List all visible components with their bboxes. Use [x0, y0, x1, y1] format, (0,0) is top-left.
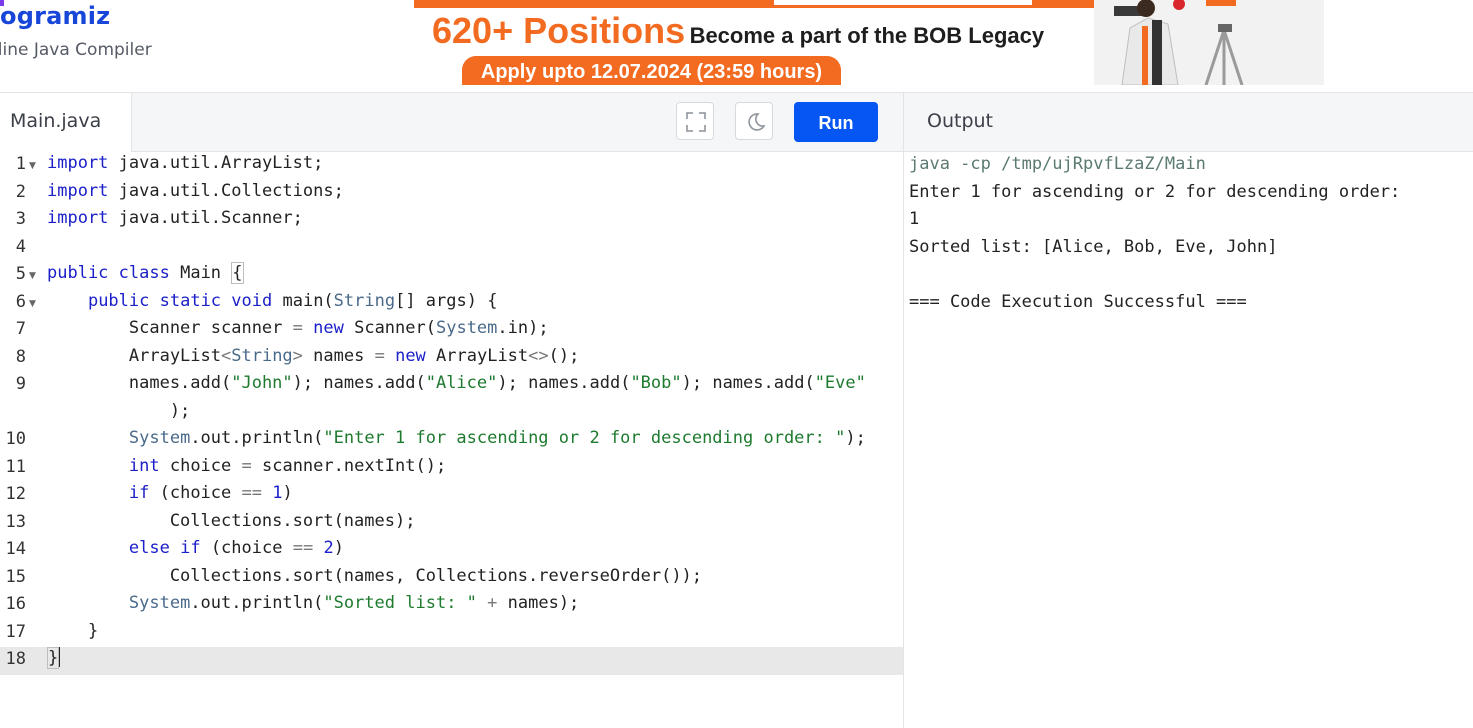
line-number: 3	[15, 209, 26, 229]
line-number: 5	[15, 264, 26, 284]
code-line[interactable]: 11 int choice = scanner.nextInt();	[0, 455, 903, 483]
output-header: Output	[904, 93, 1473, 152]
line-number: 4	[15, 236, 26, 257]
code-text: Scanner scanner = new Scanner(System.in)…	[47, 318, 549, 338]
line-number: 2	[15, 181, 26, 202]
code-text: }	[47, 647, 61, 669]
line-number: 15	[5, 566, 26, 587]
code-editor[interactable]: 1 ▼ import java.util.ArrayList; 2 import …	[0, 152, 903, 728]
output-line: Enter 1 for ascending or 2 for descendin…	[909, 182, 1401, 202]
run-button[interactable]: Run	[794, 102, 878, 142]
fold-arrow-icon[interactable]: ▼	[29, 271, 36, 281]
line-number: 14	[5, 539, 26, 559]
code-line[interactable]: 12 if (choice == 1)	[0, 482, 903, 510]
line-number: 6	[15, 291, 26, 312]
code-line[interactable]: 7 Scanner scanner = new Scanner(System.i…	[0, 317, 903, 345]
code-text: Collections.sort(names, Collections.reve…	[47, 565, 703, 586]
output-command-line: java -cp /tmp/ujRpvfLzaZ/Main	[909, 154, 1206, 174]
code-line[interactable]: 17 }	[0, 620, 903, 648]
code-text: Collections.sort(names);	[47, 510, 416, 531]
fullscreen-icon	[686, 112, 706, 132]
line-number: 16	[5, 594, 26, 614]
code-text: public class Main {	[47, 262, 244, 284]
theme-toggle-button[interactable]	[735, 102, 773, 140]
code-text: System.out.println("Enter 1 for ascendin…	[128, 428, 866, 448]
editor-toolbar: Main.java Run	[0, 93, 903, 152]
code-line[interactable]: 1 ▼ import java.util.ArrayList;	[0, 152, 903, 180]
banner-ad[interactable]: 620+ Positions Become a part of the BOB …	[414, 0, 1324, 85]
code-text: else if (choice == 2)	[128, 538, 344, 558]
code-text: ArrayList<String> names = new ArrayList<…	[47, 345, 580, 366]
ad-headline-mid: Become a part of the BOB Legacy	[689, 23, 1045, 48]
tab-main-java[interactable]: Main.java	[0, 93, 132, 152]
text-cursor	[59, 647, 61, 667]
code-text: import java.util.ArrayList;	[47, 153, 324, 173]
code-line-active[interactable]: 18 }	[0, 647, 903, 675]
code-line[interactable]: 15 Collections.sort(names, Collections.r…	[0, 565, 903, 593]
code-line[interactable]: 13 Collections.sort(names);	[0, 510, 903, 538]
ad-headline: 620+ Positions Become a part of the BOB …	[432, 10, 1044, 52]
code-text: names.add("John"); names.add("Alice"); n…	[47, 373, 866, 421]
code-text: }	[47, 620, 99, 641]
output-status-line: === Code Execution Successful ===	[909, 292, 1247, 312]
code-line[interactable]: 9 names.add("John"); names.add("Alice");…	[0, 372, 903, 427]
code-text: if (choice == 1)	[128, 483, 293, 503]
code-line[interactable]: 3 import java.util.Scanner;	[0, 207, 903, 235]
line-number: 18	[5, 649, 26, 669]
code-line[interactable]: 10 System.out.println("Enter 1 for ascen…	[0, 427, 903, 455]
line-number: 17	[5, 621, 26, 642]
code-line[interactable]: 4	[0, 235, 903, 263]
line-number: 9	[15, 374, 26, 394]
line-number: 11	[5, 456, 26, 477]
output-line: 1	[909, 209, 920, 229]
line-number: 1	[15, 154, 26, 174]
line-number: 7	[15, 319, 26, 339]
ad-photo	[1094, 0, 1324, 85]
brand-area: rogramiz nline Java Compiler	[0, 0, 400, 92]
fold-arrow-icon[interactable]: ▼	[29, 299, 36, 309]
ad-apply-pill: Apply upto 12.07.2024 (23:59 hours)	[462, 56, 841, 85]
page-subtitle: nline Java Compiler	[0, 40, 152, 60]
output-console: java -cp /tmp/ujRpvfLzaZ/Main Enter 1 fo…	[904, 152, 1473, 728]
moon-icon	[748, 113, 766, 131]
line-number: 12	[5, 484, 26, 504]
line-number: 10	[5, 429, 26, 449]
line-number: 8	[15, 346, 26, 367]
line-number: 13	[5, 511, 26, 532]
code-line[interactable]: 6 ▼ public static void main(String[] args…	[0, 290, 903, 318]
output-title: Output	[927, 110, 993, 132]
logo[interactable]: rogramiz	[0, 2, 110, 30]
fullscreen-button[interactable]	[676, 102, 714, 140]
output-line: Sorted list: [Alice, Bob, Eve, John]	[909, 237, 1278, 257]
code-text: import java.util.Collections;	[47, 180, 344, 201]
code-lines: 1 ▼ import java.util.ArrayList; 2 import …	[0, 152, 903, 675]
code-line[interactable]: 16 System.out.println("Sorted list: " + …	[0, 592, 903, 620]
ad-headline-big: 620+ Positions	[432, 10, 686, 51]
code-text: int choice = scanner.nextInt();	[128, 455, 447, 476]
code-line[interactable]: 8 ArrayList<String> names = new ArrayLis…	[0, 345, 903, 373]
code-text: public static void main(String[] args) {	[87, 290, 498, 311]
code-line[interactable]: 14 else if (choice == 2)	[0, 537, 903, 565]
code-text: import java.util.Scanner;	[47, 208, 303, 228]
code-line[interactable]: 5 ▼ public class Main {	[0, 262, 903, 290]
fold-arrow-icon[interactable]: ▼	[29, 161, 36, 171]
ad-top-box	[774, 0, 1032, 5]
code-text: System.out.println("Sorted list: " + nam…	[128, 593, 580, 613]
code-line[interactable]: 2 import java.util.Collections;	[0, 180, 903, 208]
